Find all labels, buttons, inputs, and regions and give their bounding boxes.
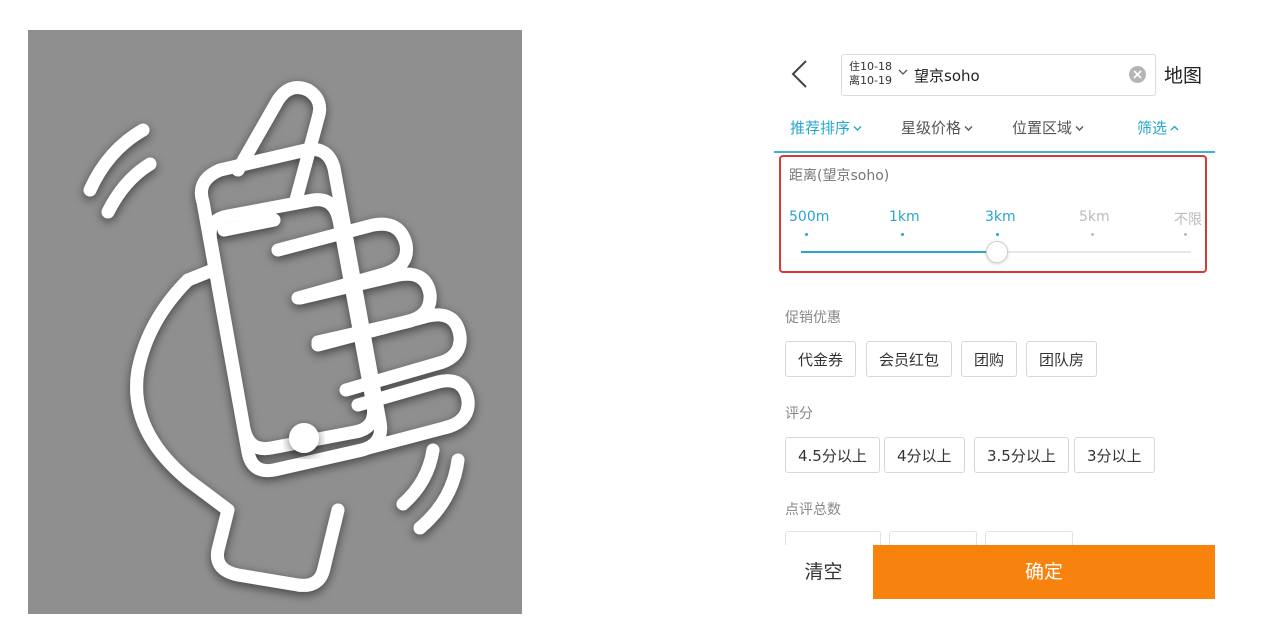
chevron-down-icon — [853, 126, 862, 131]
chevron-up-icon — [1170, 125, 1179, 131]
chip-rating-4-5[interactable]: 4.5分以上 — [785, 437, 880, 473]
stop-marker — [805, 233, 808, 236]
chip-member-bonus[interactable]: 会员红包 — [866, 341, 953, 377]
search-input[interactable]: 望京soho — [914, 65, 980, 86]
checkout-date: 离10-19 — [849, 74, 892, 87]
search-box[interactable]: 住10-18 离10-19 望京soho — [841, 54, 1156, 96]
tab-recommended-sort[interactable]: 推荐排序 — [790, 117, 862, 138]
chip-group-buy[interactable]: 团购 — [961, 341, 1018, 377]
top-bar: 住10-18 离10-19 望京soho 地图 — [774, 47, 1215, 103]
rating-title: 评分 — [785, 406, 813, 422]
tab-label: 推荐排序 — [790, 119, 851, 137]
distance-title: 距离(望京soho) — [789, 168, 890, 184]
distance-stop-3km[interactable]: 3km — [985, 209, 1016, 225]
stop-marker — [901, 233, 904, 236]
hand-shaking-phone-icon — [83, 81, 475, 592]
chevron-down-icon[interactable] — [898, 68, 908, 76]
tab-label: 星级价格 — [901, 119, 962, 137]
tab-star-price[interactable]: 星级价格 — [901, 117, 973, 138]
tab-label: 位置区域 — [1012, 119, 1073, 137]
map-button[interactable]: 地图 — [1164, 61, 1202, 88]
clear-button[interactable]: 清空 — [774, 545, 873, 599]
filter-tab-bar: 推荐排序 星级价格 位置区域 筛选 — [774, 103, 1215, 153]
confirm-button[interactable]: 确定 — [873, 545, 1215, 599]
review-count-title: 点评总数 — [785, 502, 841, 518]
chip-group-room[interactable]: 团队房 — [1026, 341, 1098, 377]
distance-stop-unlimited[interactable]: 不限 — [1174, 209, 1202, 229]
checkin-date: 住10-18 — [849, 60, 892, 73]
slider-thumb[interactable] — [986, 241, 1008, 263]
slider-fill — [801, 251, 997, 253]
distance-stop-500m[interactable]: 500m — [789, 209, 829, 225]
chevron-down-icon — [964, 126, 973, 131]
tab-filter[interactable]: 筛选 — [1137, 117, 1179, 138]
distance-filter-section: 距离(望京soho) 500m 1km 3km 5km 不限 — [779, 155, 1207, 273]
bottom-action-bar: 清空 确定 — [774, 545, 1215, 599]
distance-stop-5km[interactable]: 5km — [1079, 209, 1110, 225]
chip-rating-3-5[interactable]: 3.5分以上 — [974, 437, 1069, 473]
chip-voucher[interactable]: 代金券 — [785, 341, 857, 377]
stop-marker — [1091, 233, 1094, 236]
back-arrow-icon[interactable] — [786, 57, 816, 91]
tab-location-area[interactable]: 位置区域 — [1012, 117, 1084, 138]
chip-rating-4[interactable]: 4分以上 — [884, 437, 965, 473]
stay-dates[interactable]: 住10-18 离10-19 — [849, 60, 892, 88]
chevron-down-icon — [1075, 126, 1084, 131]
stop-marker — [1184, 233, 1187, 236]
clear-search-icon[interactable] — [1129, 66, 1146, 83]
stop-marker — [996, 233, 999, 236]
hotel-filter-screen: 住10-18 离10-19 望京soho 地图 推荐排序 星级价格 位置区域 筛… — [774, 47, 1215, 599]
chip-rating-3[interactable]: 3分以上 — [1074, 437, 1155, 473]
distance-stop-1km[interactable]: 1km — [889, 209, 920, 225]
tab-label: 筛选 — [1137, 119, 1168, 137]
promotions-title: 促销优惠 — [785, 310, 841, 326]
shaking-phone-illustration — [28, 30, 522, 614]
